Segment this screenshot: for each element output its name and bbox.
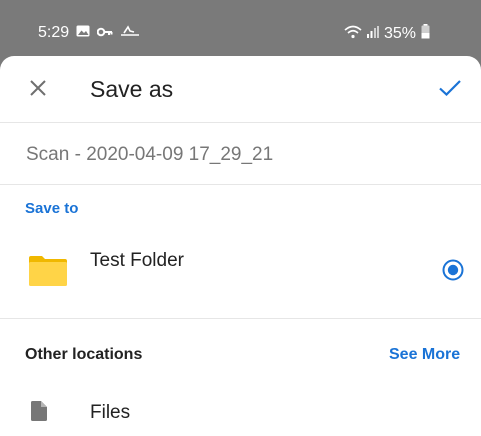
battery-percent: 35% xyxy=(384,25,417,42)
dialog-title: Save as xyxy=(90,76,174,102)
folder-icon xyxy=(29,256,67,291)
wifi-icon xyxy=(344,25,362,44)
confirm-save-button[interactable] xyxy=(436,76,464,104)
divider xyxy=(0,318,481,319)
checkmark-icon xyxy=(439,79,461,101)
divider xyxy=(0,184,481,185)
status-bar-left: 5:29 xyxy=(38,24,140,42)
save-as-sheet: Save as Scan - 2020-04-09 17_29_21 Save … xyxy=(0,56,481,436)
battery-icon xyxy=(421,24,430,44)
key-icon xyxy=(96,24,113,42)
folder-name: Test Folder xyxy=(90,250,184,271)
status-bar-right: 35% xyxy=(344,24,430,44)
see-more-link[interactable]: See More xyxy=(389,346,460,364)
close-button[interactable] xyxy=(24,76,52,104)
filename-field[interactable]: Scan - 2020-04-09 17_29_21 xyxy=(26,144,273,166)
location-row-files[interactable]: Files xyxy=(0,389,481,435)
cell-signal-icon xyxy=(367,25,379,43)
sheet-header: Save as xyxy=(0,56,481,123)
status-bar: 5:29 35% xyxy=(0,0,481,58)
file-icon xyxy=(31,401,47,426)
gallery-icon xyxy=(76,24,90,42)
status-time: 5:29 xyxy=(38,24,70,41)
other-locations-heading: Other locations xyxy=(25,346,143,363)
close-icon xyxy=(30,79,46,101)
radio-selected-icon[interactable] xyxy=(442,259,464,281)
location-name: Files xyxy=(90,402,131,423)
signal-tilde-icon xyxy=(120,24,140,42)
folder-row-test-folder[interactable]: Test Folder xyxy=(0,232,481,316)
save-to-heading: Save to xyxy=(25,200,79,217)
